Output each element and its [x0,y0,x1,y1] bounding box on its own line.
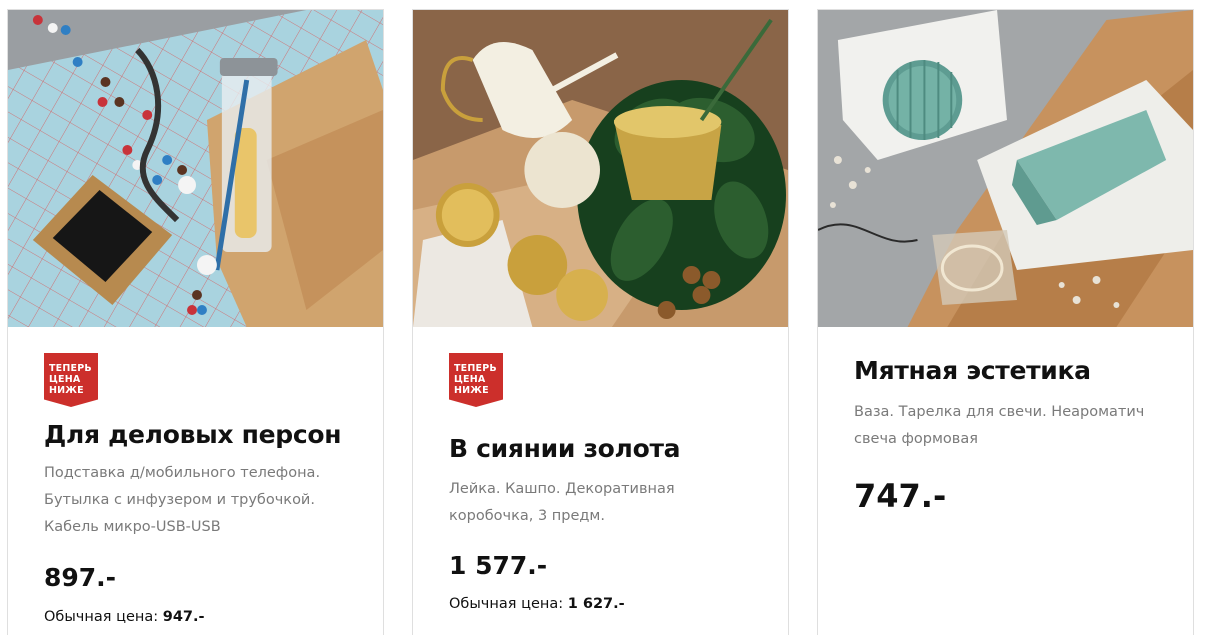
regular-price-value: 947.- [162,609,205,625]
regular-price-row: Обычная цена: 1 627.- [449,596,625,612]
product-price: 747.- [854,477,947,515]
badge-line-1: ТЕПЕРЬ [454,363,497,374]
description-line: свеча формовая [854,431,978,447]
product-photo[interactable] [818,10,1193,327]
product-price: 897.- [44,563,117,592]
badge-line-2: ЦЕНА [49,374,81,385]
badge-line-3: НИЖЕ [49,385,84,396]
product-card-business[interactable]: ТЕПЕРЬ ЦЕНА НИЖЕ Для деловых персон Подс… [7,9,384,635]
product-image [818,10,1193,327]
badge-line-3: НИЖЕ [454,385,489,396]
product-title[interactable]: В сиянии золота [449,434,776,463]
description-line: Бутылка с инфузером и трубочкой. [44,492,315,508]
product-card-mint[interactable]: Мятная эстетика Ваза. Тарелка для свечи.… [817,9,1194,635]
product-title[interactable]: Для деловых персон [44,420,371,449]
badge-line-1: ТЕПЕРЬ [49,363,92,374]
regular-price-label: Обычная цена: [449,596,564,612]
product-photo[interactable] [413,10,788,327]
description-line: Кабель микро-USB-USB [44,519,221,535]
description-line: коробочка, 3 предм. [449,508,605,524]
price-drop-badge: ТЕПЕРЬ ЦЕНА НИЖЕ [449,353,503,407]
regular-price-value: 1 627.- [567,596,625,612]
product-image [413,10,788,327]
product-description: Лейка. Кашпо. Декоративная коробочка, 3 … [449,476,768,530]
product-description: Ваза. Тарелка для свечи. Неароматич свеч… [854,399,1173,453]
regular-price-label: Обычная цена: [44,609,159,625]
product-photo[interactable] [8,10,383,327]
product-card-gold[interactable]: ТЕПЕРЬ ЦЕНА НИЖЕ В сиянии золота Лейка. … [412,9,789,635]
regular-price-row: Обычная цена: 947.- [44,609,205,625]
badge-line-2: ЦЕНА [454,374,486,385]
product-price: 1 577.- [449,551,548,580]
description-line: Подставка д/мобильного телефона. [44,465,321,481]
price-drop-badge: ТЕПЕРЬ ЦЕНА НИЖЕ [44,353,98,407]
description-line: Ваза. Тарелка для свечи. Неароматич [854,404,1145,420]
product-image [8,10,383,327]
description-line: Лейка. Кашпо. Декоративная [449,481,675,497]
product-description: Подставка д/мобильного телефона. Бутылка… [44,460,363,541]
product-title[interactable]: Мятная эстетика [854,356,1181,385]
